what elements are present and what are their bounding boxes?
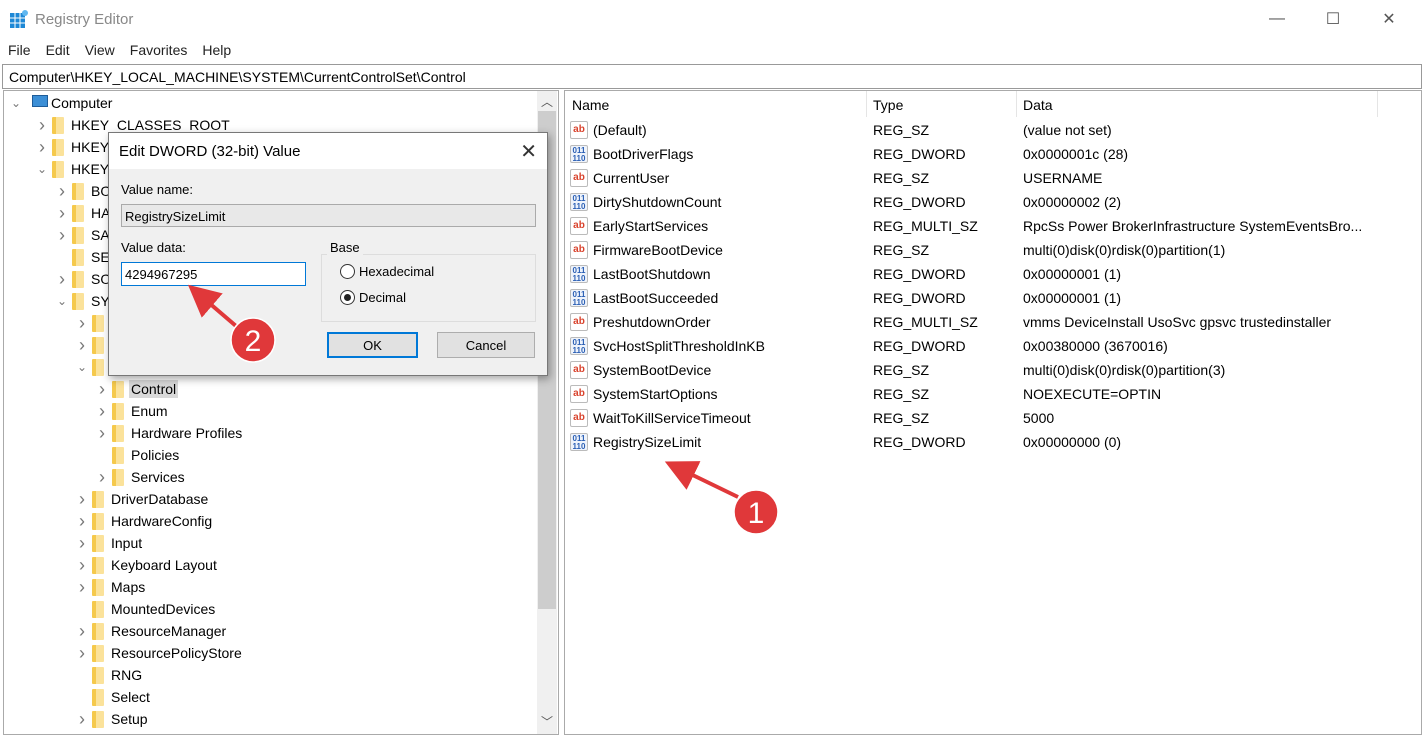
annotation-number-1: 1 (748, 497, 765, 530)
annotation-layer: 2 1 (187, 284, 779, 535)
annotation-arrow-2 (187, 284, 238, 328)
annotation-arrow-1 (664, 461, 739, 499)
annotation-number-2: 2 (245, 325, 262, 358)
